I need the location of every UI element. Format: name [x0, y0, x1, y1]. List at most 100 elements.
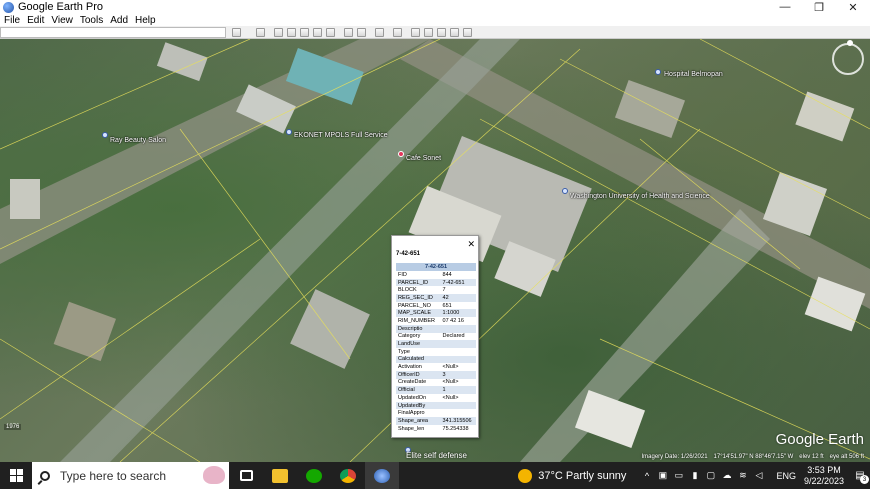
monitor-icon[interactable]: ▢ [704, 470, 717, 481]
attribute-value: <Null> [442, 364, 459, 371]
table-row: FinalAppro [396, 409, 476, 417]
table-row: BLOCK 7 [396, 286, 476, 294]
clock[interactable]: 3:53 PM 9/22/2023 [804, 465, 844, 487]
table-row: OfficerID 3 [396, 370, 476, 379]
place-label[interactable]: Washington University of Health and Scie… [570, 193, 710, 200]
table-row: Descriptio [396, 324, 476, 333]
planets-icon[interactable] [375, 28, 384, 37]
attribute-value: <Null> [442, 394, 459, 401]
pin-icon[interactable] [286, 129, 292, 135]
attribute-value: 1 [440, 386, 476, 394]
status-line: Imagery Date: 1/26/2021 17°14'51.97" N 8… [642, 454, 865, 460]
table-row: CreateDate <Null> [396, 379, 476, 387]
image-overlay-icon[interactable] [313, 28, 322, 37]
table-row: PARCEL_NO 651 [396, 302, 476, 310]
attribute-key: Calculated [396, 355, 441, 364]
notification-button[interactable]: ▤ 3 [850, 462, 870, 489]
email-icon[interactable] [411, 28, 420, 37]
attribute-key: Shape_area [396, 417, 441, 425]
place-label[interactable]: Ray Beauty Salon [110, 137, 166, 144]
place-label[interactable]: Elite self defense [406, 451, 467, 460]
pin-icon[interactable] [398, 151, 404, 157]
table-header: 7-42-651 [396, 263, 476, 271]
table-row: FID 844 [396, 271, 476, 279]
ruler-icon[interactable] [393, 28, 402, 37]
pin-icon[interactable] [102, 132, 108, 138]
table-row: Category Declared [396, 333, 476, 341]
google-earth-taskbar-button[interactable] [365, 462, 399, 489]
taskbar-search-input[interactable]: Type here to search [32, 462, 229, 489]
attribute-key: RIM_NUMBER [398, 317, 435, 324]
place-label[interactable]: Hospital Belmopan [664, 71, 723, 78]
attribute-key: Descriptio [396, 324, 441, 333]
menu-tools[interactable]: Tools [80, 15, 103, 26]
attribute-key: REG_SEC_ID [396, 294, 441, 302]
building [614, 79, 686, 139]
notification-count: 3 [860, 475, 869, 484]
attribute-key: CreateDate [398, 379, 427, 386]
save-image-icon[interactable] [437, 28, 446, 37]
fly-to-search-input[interactable] [0, 27, 226, 38]
wifi-icon[interactable]: ≋ [736, 470, 749, 481]
battery-icon[interactable]: ▮ [688, 470, 701, 481]
table-row: Activation <Null> [396, 363, 476, 371]
search-icon[interactable] [232, 28, 241, 37]
path-icon[interactable] [300, 28, 309, 37]
window-controls: — ❐ ✕ [768, 0, 870, 14]
close-button[interactable]: ✕ [836, 0, 870, 14]
attribute-value [440, 340, 476, 348]
polygon-icon[interactable] [287, 28, 296, 37]
menu-edit[interactable]: Edit [27, 15, 44, 26]
placemark-icon[interactable] [274, 28, 283, 37]
minimize-button[interactable]: — [768, 0, 802, 14]
attribute-key: FinalAppro [398, 410, 425, 417]
menu-help[interactable]: Help [135, 15, 156, 26]
view-in-maps-icon[interactable] [450, 28, 459, 37]
menu-view[interactable]: View [51, 15, 73, 26]
google-earth-icon [374, 468, 390, 483]
attribute-value: 3 [440, 370, 476, 379]
historical-imagery-icon[interactable] [344, 28, 353, 37]
table-row: UpdatedOn <Null> [396, 394, 476, 402]
record-tour-icon[interactable] [326, 28, 335, 37]
pin-icon[interactable] [562, 188, 568, 194]
language-indicator[interactable]: ENG [776, 471, 796, 481]
table-row: REG_SEC_ID 42 [396, 294, 476, 302]
start-button[interactable] [0, 462, 32, 489]
attribute-key: Type [398, 348, 410, 355]
attribute-key: UpdatedBy [396, 401, 441, 410]
task-view-button[interactable] [229, 462, 263, 489]
chrome-button[interactable] [331, 462, 365, 489]
attribute-key: Shape_len [398, 425, 425, 432]
table-row: LandUse [396, 340, 476, 348]
menu-add[interactable]: Add [110, 15, 128, 26]
windows-icon [9, 469, 23, 482]
print-icon[interactable] [424, 28, 433, 37]
upwork-button[interactable] [297, 462, 331, 489]
earth-icon[interactable] [463, 28, 472, 37]
sidebar-toggle-icon[interactable] [256, 28, 265, 37]
table-row: MAP_SCALE 1:1000 [396, 309, 476, 318]
file-explorer-button[interactable] [263, 462, 297, 489]
network-drive-icon[interactable]: ▭ [672, 470, 685, 481]
compass-ring[interactable] [832, 43, 864, 75]
place-label[interactable]: Cafe Sonet [406, 155, 441, 162]
app-tray-icon[interactable]: ▣ [656, 470, 669, 481]
maximize-button[interactable]: ❐ [802, 0, 836, 14]
compass-north-indicator[interactable] [847, 40, 853, 46]
sunlight-icon[interactable] [357, 28, 366, 37]
place-label[interactable]: EKONET MPOLS Full Service [294, 132, 388, 139]
pin-icon[interactable] [655, 69, 661, 75]
volume-icon[interactable]: ◁ [752, 470, 765, 481]
google-earth-app-icon [3, 1, 14, 13]
table-row: RIM_NUMBER 07 42 16 [396, 317, 476, 325]
eye-altitude: eye alt 506 ft [829, 454, 864, 460]
weather-widget[interactable]: 37°C Partly sunny [518, 468, 626, 483]
upwork-icon [306, 468, 322, 483]
chevron-up-icon[interactable]: ^ [640, 470, 653, 481]
close-icon[interactable]: ✕ [467, 239, 475, 250]
menu-file[interactable]: File [4, 15, 20, 26]
building [574, 389, 646, 449]
building [290, 289, 370, 369]
cloud-icon[interactable]: ☁ [720, 470, 733, 481]
